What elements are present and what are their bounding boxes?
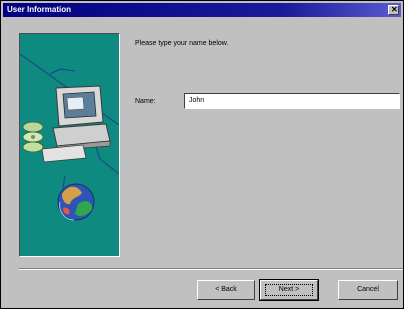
wizard-illustration bbox=[20, 53, 119, 221]
name-label: Name: bbox=[135, 98, 156, 105]
name-input[interactable]: John bbox=[184, 93, 400, 109]
disks-icon bbox=[22, 121, 44, 153]
button-divider bbox=[19, 268, 403, 270]
close-button[interactable]: ✕ bbox=[388, 5, 399, 15]
wizard-image-panel bbox=[19, 33, 120, 257]
focus-rectangle bbox=[265, 284, 313, 296]
close-icon: ✕ bbox=[391, 5, 398, 14]
back-button[interactable]: < Back bbox=[197, 280, 255, 300]
computer-icon bbox=[41, 85, 111, 163]
instruction-text: Please type your name below. bbox=[135, 40, 229, 47]
title-bar[interactable]: User Information ✕ bbox=[3, 3, 401, 17]
globe-icon bbox=[57, 183, 95, 221]
cancel-button[interactable]: Cancel bbox=[338, 280, 398, 300]
window-title: User Information bbox=[7, 5, 72, 14]
next-button[interactable]: Next > bbox=[259, 279, 319, 301]
dialog-window: User Information ✕ Please type your name… bbox=[0, 0, 404, 309]
